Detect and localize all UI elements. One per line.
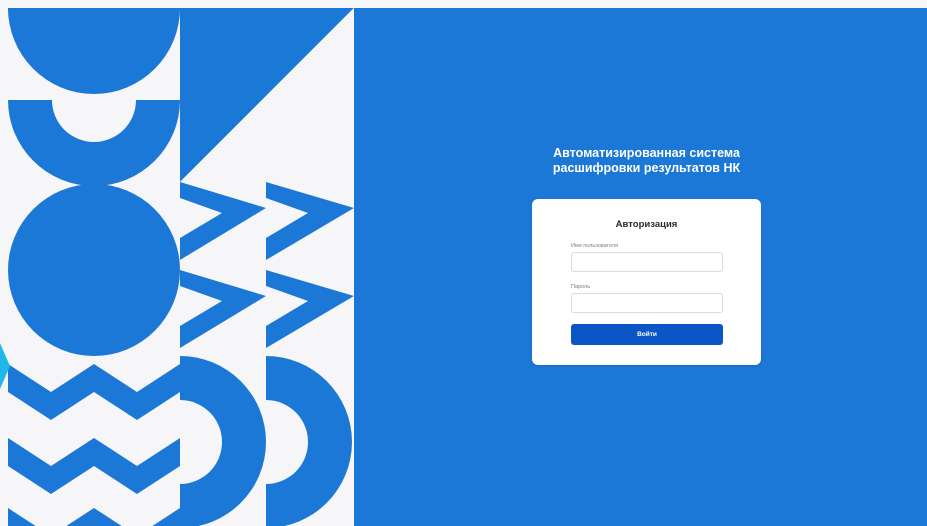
login-title: Авторизация — [615, 219, 678, 230]
geometric-pattern-graphic — [8, 8, 354, 526]
login-screen: Автоматизированная система расшифровки р… — [0, 0, 927, 526]
password-label: Пароль — [571, 284, 591, 290]
chevron-right-icon — [0, 343, 10, 389]
login-card: Авторизация Имя пользователя Пароль Войт… — [532, 199, 761, 365]
username-input[interactable] — [571, 252, 723, 272]
login-button[interactable]: Войти — [571, 324, 723, 345]
password-input[interactable] — [571, 293, 723, 313]
system-title: Автоматизированная система расшифровки р… — [552, 146, 741, 175]
main-panel: Автоматизированная система расшифровки р… — [354, 8, 927, 526]
decorative-pattern-panel — [8, 8, 354, 526]
username-label: Имя пользователя — [571, 243, 619, 249]
